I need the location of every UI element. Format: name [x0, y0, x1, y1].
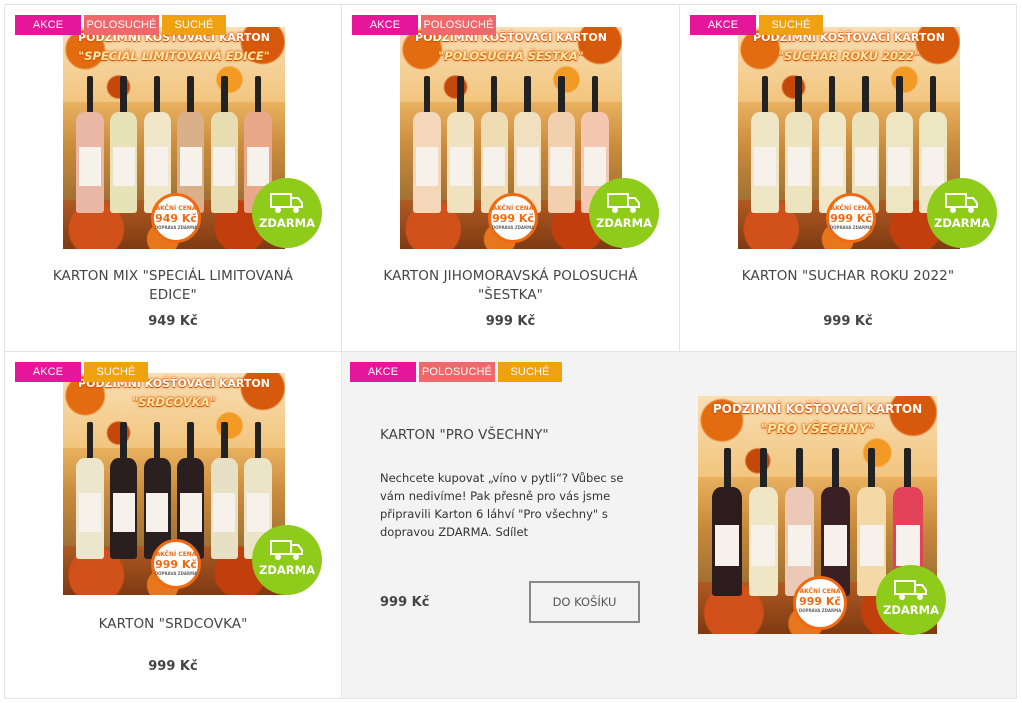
product-title[interactable]: KARTON "PRO VŠECHNY": [380, 427, 549, 443]
flag-polosuche: POLOSUCHÉ: [419, 362, 495, 382]
product-price: 949 Kč: [148, 314, 198, 329]
product-card[interactable]: AKCE POLOSUCHÉ PODZIMNÍ KOŠŤOVACÍ KARTON…: [341, 4, 680, 352]
product-description: Nechcete kupovat „víno v pytli“? Vůbec s…: [380, 471, 624, 539]
truck-icon: [607, 193, 640, 213]
flag-polosuche: POLOSUCHÉ: [421, 15, 496, 35]
product-price: 999 Kč: [823, 314, 873, 329]
action-price-badge: AKČNÍ CENA 949 Kč DOPRAVA ZDARMA: [151, 193, 201, 243]
flag-akce: AKCE: [15, 15, 81, 35]
flag-suche: SUCHÉ: [759, 15, 823, 35]
flag-suche: SUCHÉ: [84, 362, 148, 382]
flag-akce: AKCE: [15, 362, 81, 382]
product-title[interactable]: KARTON JIHOMORAVSKÁ POLOSUCHÁ "ŠESTKA": [342, 267, 679, 305]
product-flags: AKCE POLOSUCHÉ: [352, 15, 496, 35]
truck-icon: [894, 580, 927, 600]
flag-akce: AKCE: [350, 362, 416, 382]
image-banner-subtitle: "SRDCOVKA": [132, 395, 216, 409]
featured-product-card[interactable]: AKCE POLOSUCHÉ SUCHÉ KARTON "PRO VŠECHNY…: [341, 351, 1017, 699]
product-flags: AKCE POLOSUCHÉ SUCHÉ: [15, 15, 226, 35]
product-price: 999 Kč: [380, 595, 430, 610]
image-banner-title: PODZIMNÍ KOŠŤOVACÍ KARTON: [712, 402, 923, 416]
free-shipping-badge: ZDARMA: [252, 178, 322, 248]
image-banner-subtitle: "SUCHAR ROKU 2022": [778, 49, 920, 63]
flag-suche: SUCHÉ: [162, 15, 226, 35]
truck-icon: [270, 540, 303, 560]
action-price-badge: AKČNÍ CENA 999 Kč DOPRAVA ZDARMA: [488, 193, 538, 243]
product-flags: AKCE SUCHÉ: [690, 15, 823, 35]
image-banner-subtitle: "PRO VŠECHNY": [760, 421, 875, 436]
action-price-badge: AKČNÍ CENA 999 Kč DOPRAVA ZDARMA: [151, 539, 201, 589]
product-title[interactable]: KARTON "SRDCOVKA": [5, 615, 341, 634]
product-card[interactable]: AKCE SUCHÉ PODZIMNÍ KOŠŤOVACÍ KARTON "SU…: [679, 4, 1017, 352]
free-shipping-badge: ZDARMA: [589, 178, 659, 248]
truck-icon: [270, 193, 303, 213]
free-shipping-badge: ZDARMA: [252, 525, 322, 595]
product-title[interactable]: KARTON MIX "SPECIÁL LIMITOVANÁ EDICE": [5, 267, 341, 305]
product-card[interactable]: AKCE POLOSUCHÉ SUCHÉ PODZIMNÍ KOŠŤOVACÍ …: [4, 4, 342, 352]
action-price-badge: AKČNÍ CENA 999 Kč DOPRAVA ZDARMA: [826, 193, 876, 243]
product-title[interactable]: KARTON "SUCHAR ROKU 2022": [680, 267, 1016, 286]
action-price-badge: AKČNÍ CENA 999 Kč DOPRAVA ZDARMA: [793, 576, 847, 630]
flag-akce: AKCE: [352, 15, 418, 35]
product-flags: AKCE POLOSUCHÉ SUCHÉ: [350, 362, 562, 382]
product-price: 999 Kč: [148, 659, 198, 674]
image-banner-subtitle: "SPECIÁL LIMITOVANÁ EDICE": [78, 49, 270, 63]
flag-polosuche: POLOSUCHÉ: [84, 15, 159, 35]
add-to-cart-button[interactable]: DO KOŠÍKU: [529, 581, 640, 623]
free-shipping-badge: ZDARMA: [927, 178, 997, 248]
free-shipping-badge: ZDARMA: [876, 565, 946, 635]
image-banner-subtitle: "POLOSUCHÁ ŠESTKA": [438, 49, 584, 63]
flag-akce: AKCE: [690, 15, 756, 35]
product-flags: AKCE SUCHÉ: [15, 362, 148, 382]
flag-suche: SUCHÉ: [498, 362, 562, 382]
product-card[interactable]: AKCE SUCHÉ PODZIMNÍ KOŠŤOVACÍ KARTON "SR…: [4, 351, 342, 699]
product-price: 999 Kč: [485, 314, 536, 329]
truck-icon: [945, 193, 978, 213]
